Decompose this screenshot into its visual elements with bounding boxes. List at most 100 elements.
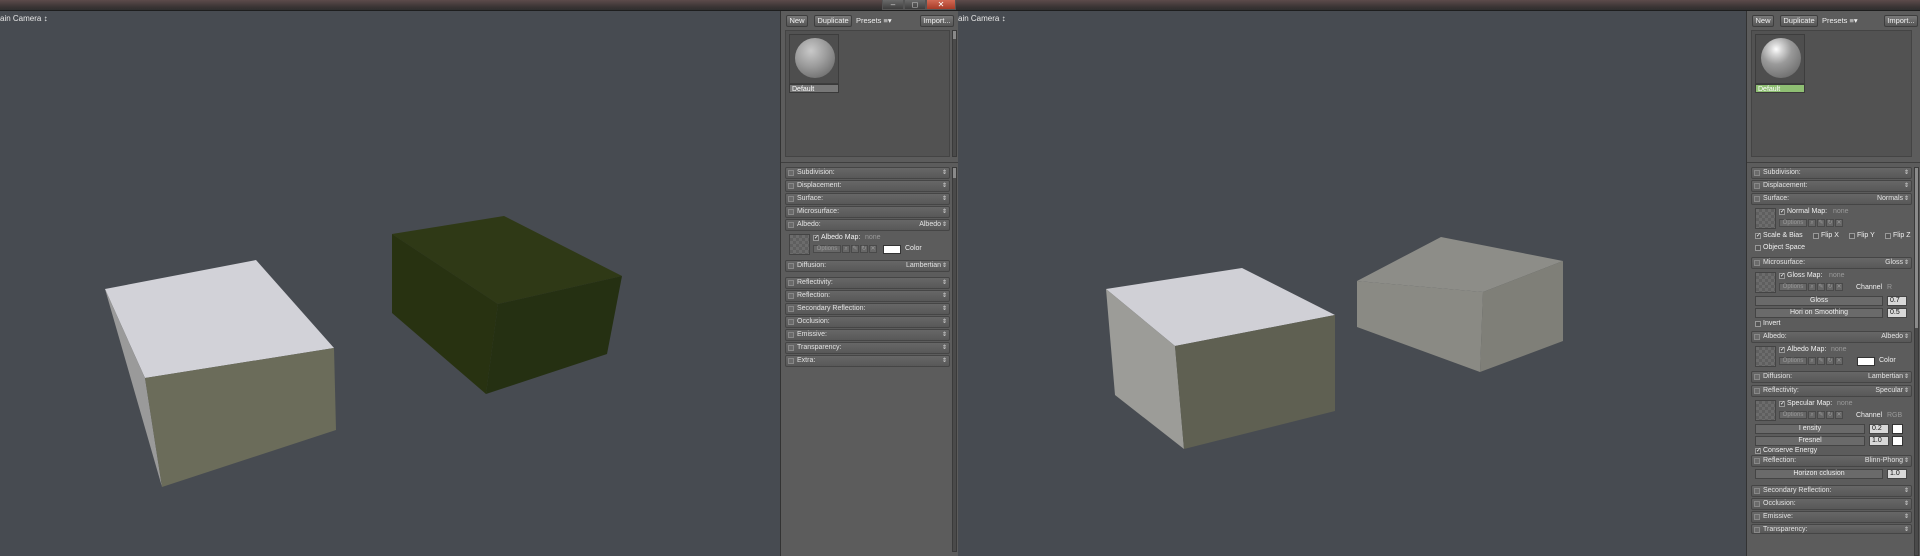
grey-cube[interactable]: [1357, 237, 1563, 372]
section-header-emissive[interactable]: Emissive: ⇕: [1751, 511, 1912, 523]
material-name-label[interactable]: Default: [1755, 84, 1805, 93]
horizon-occlusion-field[interactable]: 1.0: [1887, 469, 1907, 479]
fresnel-slider[interactable]: Fresnel: [1755, 436, 1865, 446]
section-header-occlusion[interactable]: Occlusion: ⇕: [785, 316, 950, 328]
viewport-3d[interactable]: ain Camera ↕: [958, 11, 1746, 556]
viewport-3d[interactable]: ain Camera ↕: [0, 11, 780, 556]
section-toggle[interactable]: [1754, 334, 1760, 340]
gloss-slider[interactable]: Gloss: [1755, 296, 1883, 306]
section-header-secondary-reflection[interactable]: Secondary Reflection: ⇕: [1751, 485, 1912, 497]
section-toggle[interactable]: [1754, 374, 1760, 380]
section-header-emissive[interactable]: Emissive: ⇕: [785, 329, 950, 341]
normal-map-thumbnail[interactable]: [1755, 208, 1776, 229]
import-button[interactable]: Import...: [1884, 15, 1918, 27]
section-toggle[interactable]: [1754, 488, 1760, 494]
specular-options-button[interactable]: Options: [1779, 411, 1807, 419]
horizon-smoothing-slider[interactable]: Hori on Smoothing: [1755, 308, 1883, 318]
section-header-microsurface[interactable]: Microsurface: Gloss ⇕: [1751, 257, 1912, 269]
import-button[interactable]: Import...: [920, 15, 954, 27]
normal-map-checkbox[interactable]: ✓: [1779, 209, 1785, 215]
duplicate-button[interactable]: Duplicate: [814, 15, 852, 27]
conserve-energy-checkbox[interactable]: ✓: [1755, 448, 1761, 454]
albedo-map-checkbox[interactable]: ✓: [1779, 347, 1785, 353]
albedo-color-swatch[interactable]: [1857, 357, 1875, 366]
edit-icon[interactable]: ✎: [1817, 283, 1825, 291]
section-header-displacement[interactable]: Displacement: ⇕: [785, 180, 950, 192]
gloss-map-thumbnail[interactable]: [1755, 272, 1776, 293]
edit-icon[interactable]: ✎: [1817, 219, 1825, 227]
close-button[interactable]: ✕: [926, 0, 956, 10]
clear-icon[interactable]: ✕: [869, 245, 877, 253]
section-toggle[interactable]: [788, 319, 794, 325]
light-cube[interactable]: [105, 260, 336, 487]
section-toggle[interactable]: [788, 196, 794, 202]
section-header-reflectivity[interactable]: Reflectivity: ⇕: [785, 277, 950, 289]
gloss-value-field[interactable]: 0.7: [1887, 296, 1907, 306]
browse-icon[interactable]: ⌕: [1808, 411, 1816, 419]
intensity-value-field[interactable]: 0.2: [1869, 424, 1889, 434]
clear-icon[interactable]: ✕: [1835, 283, 1843, 291]
reload-icon[interactable]: ↻: [860, 245, 868, 253]
flip-z-checkbox[interactable]: [1885, 233, 1891, 239]
reload-icon[interactable]: ↻: [1826, 357, 1834, 365]
section-toggle[interactable]: [788, 358, 794, 364]
section-header-microsurface[interactable]: Microsurface: ⇕: [785, 206, 950, 218]
horizon-smoothing-field[interactable]: 0.5: [1887, 308, 1907, 318]
section-toggle[interactable]: [788, 293, 794, 299]
new-button[interactable]: New: [786, 15, 808, 27]
section-header-reflectivity[interactable]: Reflectivity: Specular ⇕: [1751, 385, 1912, 397]
scroll-thumb[interactable]: [953, 31, 956, 39]
flip-x-checkbox[interactable]: [1813, 233, 1819, 239]
section-toggle[interactable]: [788, 183, 794, 189]
section-header-surface[interactable]: Surface: Normals ⇕: [1751, 193, 1912, 205]
clear-icon[interactable]: ✕: [1835, 411, 1843, 419]
light-cube[interactable]: [1106, 268, 1335, 449]
fresnel-value-field[interactable]: 1.0: [1869, 436, 1889, 446]
section-header-subdivision[interactable]: Subdivision: ⇕: [785, 167, 950, 179]
reload-icon[interactable]: ↻: [1826, 219, 1834, 227]
duplicate-button[interactable]: Duplicate: [1780, 15, 1818, 27]
section-header-diffusion[interactable]: Diffusion: Lambertian ⇕: [785, 260, 950, 272]
section-header-albedo[interactable]: Albedo: Albedo ⇕: [785, 219, 950, 231]
albedo-map-thumbnail[interactable]: [1755, 346, 1776, 367]
dark-green-cube[interactable]: [392, 216, 622, 394]
section-toggle[interactable]: [1754, 183, 1760, 189]
gloss-map-checkbox[interactable]: ✓: [1779, 273, 1785, 279]
minimize-button[interactable]: –: [882, 0, 904, 10]
section-header-subdivision[interactable]: Subdivision: ⇕: [1751, 167, 1912, 179]
specular-map-thumbnail[interactable]: [1755, 400, 1776, 421]
section-toggle[interactable]: [788, 345, 794, 351]
intensity-slider[interactable]: I ensity: [1755, 424, 1865, 434]
properties-scrollbar[interactable]: [952, 167, 957, 552]
section-toggle[interactable]: [788, 263, 794, 269]
section-header-transparency[interactable]: Transparency: ⇕: [785, 342, 950, 354]
clear-icon[interactable]: ✕: [1835, 219, 1843, 227]
clear-icon[interactable]: ✕: [1835, 357, 1843, 365]
object-space-checkbox[interactable]: [1755, 245, 1761, 251]
fresnel-color-swatch[interactable]: [1892, 436, 1903, 446]
normal-options-button[interactable]: Options: [1779, 219, 1807, 227]
section-header-secondary-reflection[interactable]: Secondary Reflection: ⇕: [785, 303, 950, 315]
browse-icon[interactable]: ⌕: [1808, 219, 1816, 227]
section-toggle[interactable]: [1754, 514, 1760, 520]
gloss-channel-value[interactable]: R: [1887, 284, 1892, 291]
section-header-diffusion[interactable]: Diffusion: Lambertian ⇕: [1751, 371, 1912, 383]
section-toggle[interactable]: [788, 170, 794, 176]
material-name-label[interactable]: Default: [789, 84, 839, 93]
specular-channel-value[interactable]: RGB: [1887, 412, 1902, 419]
intensity-color-swatch[interactable]: [1892, 424, 1903, 434]
section-header-albedo[interactable]: Albedo: Albedo ⇕: [1751, 331, 1912, 343]
edit-icon[interactable]: ✎: [1817, 357, 1825, 365]
section-toggle[interactable]: [788, 332, 794, 338]
section-toggle[interactable]: [788, 209, 794, 215]
reload-icon[interactable]: ↻: [1826, 283, 1834, 291]
gloss-options-button[interactable]: Options: [1779, 283, 1807, 291]
reload-icon[interactable]: ↻: [1826, 411, 1834, 419]
section-toggle[interactable]: [1754, 170, 1760, 176]
albedo-map-checkbox[interactable]: ✓: [813, 235, 819, 241]
browse-icon[interactable]: ⌕: [1808, 357, 1816, 365]
section-toggle[interactable]: [788, 222, 794, 228]
section-header-occlusion[interactable]: Occlusion: ⇕: [1751, 498, 1912, 510]
section-toggle[interactable]: [1754, 501, 1760, 507]
section-toggle[interactable]: [788, 306, 794, 312]
